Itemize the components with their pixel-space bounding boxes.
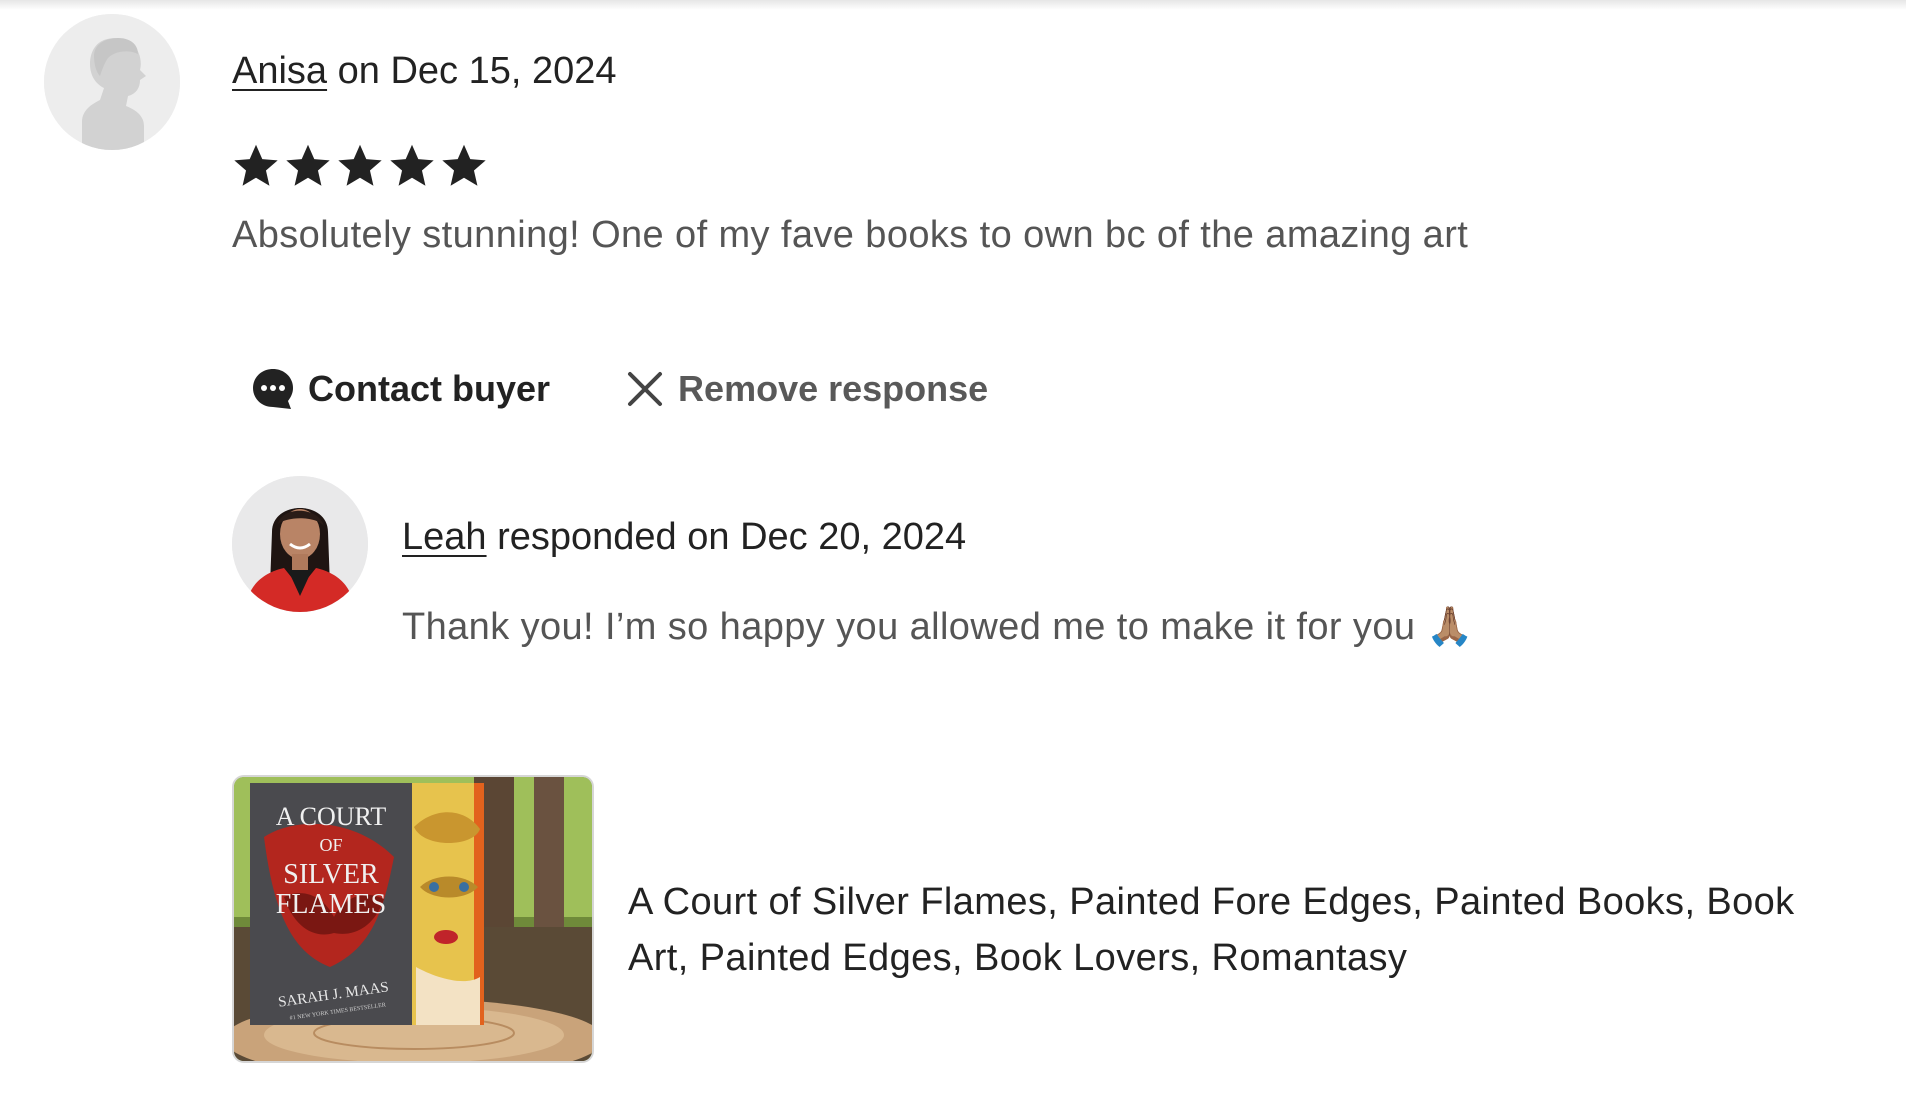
- listing-thumbnail[interactable]: A COURT OF SILVER FLAMES SARAH J. MAAS #…: [232, 775, 594, 1063]
- review-actions: Contact buyer Remove response: [250, 366, 988, 412]
- star-icon: [390, 144, 434, 186]
- seller-avatar[interactable]: [232, 476, 368, 612]
- default-user-silhouette-icon: [44, 14, 180, 150]
- listing-image: A COURT OF SILVER FLAMES SARAH J. MAAS #…: [234, 777, 592, 1061]
- remove-response-button[interactable]: Remove response: [624, 368, 988, 410]
- response-date: responded on Dec 20, 2024: [486, 516, 967, 558]
- review-header: Anisa on Dec 15, 2024: [232, 50, 617, 93]
- listing-title-link[interactable]: A Court of Silver Flames, Painted Fore E…: [628, 874, 1848, 986]
- star-icon: [442, 144, 486, 186]
- cover-title-line-1: A COURT: [276, 802, 387, 831]
- star-icon: [234, 144, 278, 186]
- chat-bubble-icon: [250, 366, 296, 412]
- response-text: Thank you! I’m so happy you allowed me t…: [402, 606, 1475, 648]
- response-header: Leah responded on Dec 20, 2024: [402, 516, 966, 559]
- reviewer-name-link[interactable]: Anisa: [232, 50, 327, 92]
- review-text: Absolutely stunning! One of my fave book…: [232, 214, 1469, 256]
- contact-buyer-label: Contact buyer: [308, 368, 551, 409]
- cover-title-line-3: SILVER: [283, 859, 379, 890]
- cover-title-line-4: FLAMES: [276, 889, 386, 920]
- close-icon: [624, 368, 666, 410]
- remove-response-label: Remove response: [678, 368, 989, 409]
- cover-title-line-2: OF: [319, 835, 342, 855]
- contact-buyer-button[interactable]: Contact buyer: [250, 366, 550, 412]
- reviewer-avatar[interactable]: [44, 14, 180, 150]
- top-divider-shadow: [0, 0, 1906, 10]
- review-date: on Dec 15, 2024: [327, 50, 617, 92]
- seller-name-link[interactable]: Leah: [402, 516, 487, 558]
- seller-photo: [232, 476, 368, 612]
- star-icon: [286, 144, 330, 186]
- star-icon: [338, 144, 382, 186]
- star-rating: [230, 140, 490, 192]
